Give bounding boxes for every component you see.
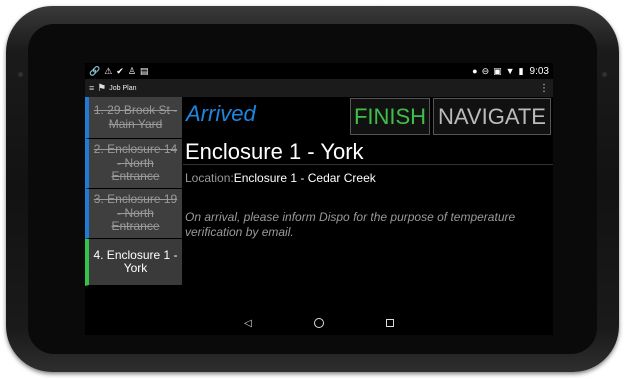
stop-item[interactable]: 2. Enclosure 14 - North Entrance (85, 139, 182, 189)
menu-icon[interactable]: ≡ (89, 83, 94, 93)
app-title: Job Plan (109, 84, 137, 92)
location-value: Enclosure 1 - Cedar Creek (233, 171, 376, 185)
stop-name: Enclosure 1 - York (185, 139, 364, 164)
finish-button[interactable]: FINISH (350, 98, 430, 135)
app-bar: ≡ ⚑ Job Plan ⋮ (85, 79, 553, 97)
system-nav-bar: ◁ (85, 311, 553, 335)
location-pin-icon: ● (472, 66, 478, 76)
overflow-menu-icon[interactable]: ⋮ (539, 83, 549, 94)
location-label: Location: (185, 171, 234, 185)
stop-label: 2. Enclosure 14 - North Entrance (93, 142, 178, 184)
warning-icon: ⚠ (104, 66, 113, 76)
stop-list: 1. 29 Brook St - Main Yard 2. Enclosure … (85, 97, 182, 291)
status-bar: 🔗 ⚠ ✔ ♙ ▤ ● ⊖ ▣ ▼ ▮ 9:03 (85, 63, 553, 79)
side-sensor (18, 72, 23, 77)
bus-icon: ▣ (493, 66, 502, 76)
location-line: Location:Enclosure 1 - Cedar Creek (185, 171, 376, 185)
recents-icon[interactable] (385, 319, 394, 327)
stop-name-bar: Enclosure 1 - York (183, 137, 553, 165)
wifi-icon: ▼ (505, 66, 515, 76)
arrival-status: Arrived (186, 101, 256, 126)
status-clock: 9:03 (529, 65, 549, 77)
stop-label: 3. Enclosure 19 - North Entrance (93, 192, 178, 234)
stop-label: 1. 29 Brook St - Main Yard (93, 103, 178, 131)
stop-label: 4. Enclosure 1 - York (93, 247, 178, 275)
home-icon[interactable] (313, 318, 324, 328)
clipboard-icon: ▤ (139, 66, 149, 76)
stop-item[interactable]: 1. 29 Brook St - Main Yard (85, 97, 182, 139)
stop-item[interactable]: 3. Enclosure 19 - North Entrance (85, 189, 182, 239)
back-icon[interactable]: ◁ (244, 318, 252, 329)
stop-item-current[interactable]: 4. Enclosure 1 - York (85, 239, 182, 286)
side-sensor (602, 72, 607, 77)
arrival-note: On arrival, please inform Dispo for the … (185, 210, 516, 239)
do-not-disturb-icon: ⊖ (481, 66, 490, 76)
account-icon: ♙ (127, 66, 136, 76)
device-screen: 🔗 ⚠ ✔ ♙ ▤ ● ⊖ ▣ ▼ ▮ 9:03 ≡ ⚑ Job Plan ⋮ … (85, 63, 553, 335)
battery-icon: ▮ (518, 66, 524, 76)
stop-detail: Arrived FINISH NAVIGATE Enclosure 1 - Yo… (183, 97, 553, 291)
link-icon: 🔗 (89, 66, 101, 76)
navigate-button[interactable]: NAVIGATE (433, 98, 551, 135)
check-circle-icon: ✔ (116, 66, 124, 76)
flag-icon: ⚑ (97, 82, 107, 94)
